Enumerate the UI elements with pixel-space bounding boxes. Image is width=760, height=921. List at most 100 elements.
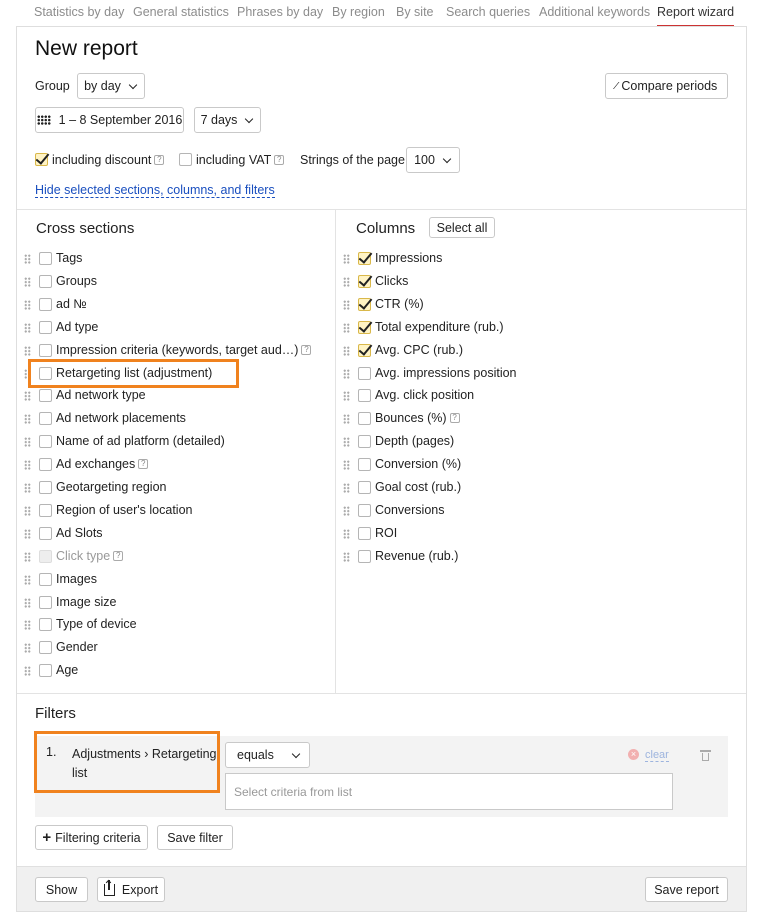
tab-phrases-by-day[interactable]: Phrases by day [237, 5, 323, 19]
drag-handle-icon[interactable] [343, 391, 350, 402]
drag-handle-icon[interactable] [343, 299, 350, 310]
tab-general-statistics[interactable]: General statistics [133, 5, 229, 19]
drag-handle-icon[interactable] [343, 368, 350, 379]
drag-handle-icon[interactable] [343, 345, 350, 356]
drag-handle-icon[interactable] [24, 666, 31, 677]
drag-handle-icon[interactable] [343, 551, 350, 562]
drag-handle-icon[interactable] [343, 528, 350, 539]
item-checkbox[interactable] [358, 526, 371, 540]
columns-title: Columns [356, 220, 416, 237]
group-select[interactable]: by day [77, 73, 145, 99]
filter-operator-select[interactable]: equals [225, 742, 310, 768]
item-label: Type of device [56, 617, 137, 632]
drag-handle-icon[interactable] [343, 483, 350, 493]
highlight-box [28, 359, 239, 388]
item-checkbox[interactable] [358, 274, 371, 288]
drag-handle-icon[interactable] [343, 254, 350, 264]
item-checkbox[interactable] [358, 549, 371, 563]
item-checkbox[interactable] [39, 664, 52, 678]
drag-handle-icon[interactable] [24, 643, 31, 654]
cross-section-item[interactable]: Gender [0, 637, 300, 659]
help-icon[interactable]: ? [301, 344, 312, 355]
item-checkbox[interactable] [358, 320, 371, 334]
item-checkbox[interactable] [358, 458, 371, 472]
cross-section-item[interactable]: Type of device [0, 614, 300, 636]
date-range-button[interactable]: 1 – 8 September 2016 [35, 107, 184, 133]
drag-handle-icon[interactable] [343, 322, 350, 333]
help-icon[interactable]: ? [274, 155, 285, 165]
export-button[interactable]: Export [97, 877, 165, 902]
tab-additional-keywords[interactable]: Additional keywords [539, 5, 650, 19]
item-checkbox[interactable] [358, 389, 371, 403]
item-checkbox[interactable] [358, 252, 371, 265]
show-button[interactable]: Show [35, 877, 88, 902]
clear-icon[interactable]: × [628, 749, 639, 760]
discount-checkbox[interactable] [35, 153, 48, 166]
item-checkbox[interactable] [358, 481, 371, 494]
tab-by-region[interactable]: By region [332, 5, 385, 19]
item-checkbox[interactable] [358, 435, 371, 449]
vat-checkbox[interactable] [179, 153, 192, 166]
help-icon[interactable]: ? [154, 155, 165, 165]
help-icon[interactable]: ? [449, 413, 460, 424]
item-checkbox[interactable] [358, 503, 371, 517]
drag-handle-icon[interactable] [343, 437, 350, 448]
item-label: Avg. CPC (rub.) [375, 342, 463, 357]
cross-section-item[interactable]: Image size [0, 592, 300, 614]
highlight-box [34, 731, 220, 793]
group-label: Group [35, 79, 70, 93]
drag-handle-icon[interactable] [343, 460, 350, 471]
cross-sections-title: Cross sections [36, 220, 135, 237]
plus-icon: + [42, 828, 52, 846]
drag-handle-icon[interactable] [343, 276, 350, 287]
item-checkbox[interactable] [358, 297, 371, 311]
clear-link[interactable]: clear [645, 749, 669, 762]
cross-section-item[interactable]: Images [0, 569, 300, 591]
column-item[interactable]: Clicks [0, 271, 408, 293]
column-item[interactable]: Avg. click position [0, 385, 474, 407]
item-checkbox[interactable] [39, 618, 52, 632]
tab-statistics-by-day[interactable]: Statistics by day [34, 5, 124, 19]
column-item[interactable]: CTR (%) [0, 294, 424, 316]
chevron-down-icon [245, 114, 254, 123]
drag-handle-icon[interactable] [24, 597, 31, 608]
chevron-down-icon [442, 154, 452, 163]
item-checkbox[interactable] [39, 641, 52, 655]
item-label: Total expenditure (rub.) [375, 319, 504, 334]
item-label: Bounces (%)? [375, 411, 460, 425]
drag-handle-icon[interactable] [343, 414, 350, 425]
column-item[interactable]: Total expenditure (rub.) [0, 317, 504, 339]
column-item[interactable]: Bounces (%)? [0, 408, 460, 430]
item-checkbox[interactable] [358, 366, 371, 380]
tab-report-wizard[interactable]: Report wizard [657, 5, 735, 27]
item-checkbox[interactable] [39, 595, 52, 609]
period-value: 7 days [200, 113, 238, 127]
column-item[interactable]: Conversions [0, 500, 444, 522]
save-report-button[interactable]: Save report [645, 877, 728, 902]
select-all-button[interactable]: Select all [429, 217, 495, 238]
drag-handle-icon[interactable] [24, 574, 31, 585]
column-item[interactable]: Conversion (%) [0, 454, 461, 476]
tab-by-site[interactable]: By site [396, 5, 434, 19]
column-item[interactable]: Goal cost (rub.) [0, 477, 461, 499]
strings-select[interactable]: 100 [406, 147, 460, 173]
column-item[interactable]: Impressions [0, 248, 442, 270]
item-checkbox[interactable] [358, 412, 371, 426]
item-checkbox[interactable] [39, 572, 52, 586]
column-item[interactable]: Depth (pages) [0, 431, 454, 453]
cross-section-item[interactable]: Age [0, 660, 300, 682]
report-tabs: Statistics by day General statistics Phr… [0, 0, 760, 27]
drag-handle-icon[interactable] [343, 505, 350, 516]
trash-icon[interactable] [700, 749, 711, 762]
tab-search-queries[interactable]: Search queries [446, 5, 530, 19]
period-select[interactable]: 7 days [194, 107, 261, 133]
hide-sections-link[interactable]: Hide selected sections, columns, and fil… [35, 183, 275, 198]
drag-handle-icon[interactable] [24, 620, 31, 631]
compare-periods-button[interactable]: ⁄ Compare periods [605, 73, 728, 99]
save-filter-button[interactable]: Save filter [157, 825, 233, 850]
column-item[interactable]: ROI [0, 523, 397, 545]
add-filtering-criteria-button[interactable]: + Filtering criteria [35, 825, 148, 850]
column-item[interactable]: Revenue (rub.) [0, 546, 458, 568]
item-checkbox[interactable] [358, 343, 371, 357]
item-label: Depth (pages) [375, 434, 455, 449]
